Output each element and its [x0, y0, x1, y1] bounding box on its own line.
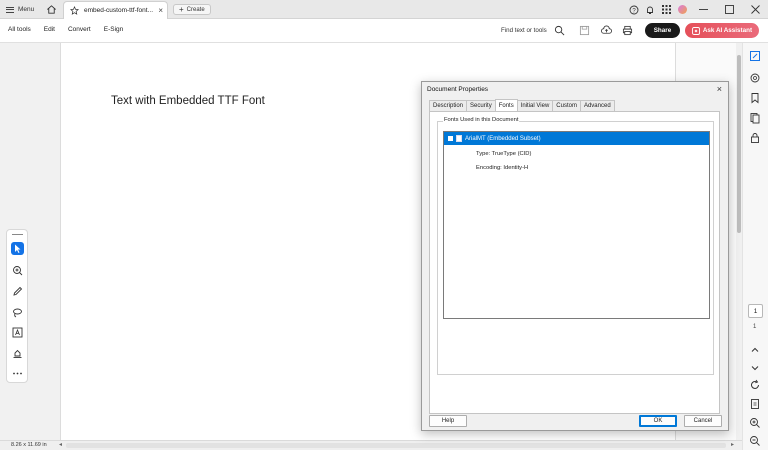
- create-label: Create: [186, 6, 205, 13]
- quick-tools-panel: [6, 229, 28, 383]
- plus-icon: +: [179, 4, 184, 14]
- document-tab[interactable]: embed-custom-ttf-font... ×: [63, 1, 168, 19]
- more-tools-icon[interactable]: [11, 367, 24, 380]
- font-name: ArialMT (Embedded Subset): [465, 135, 541, 142]
- title-bar: Menu embed-custom-ttf-font... × + Create…: [0, 0, 768, 19]
- font-file-icon: [456, 135, 462, 142]
- font-type: Type: TrueType (CID): [476, 151, 532, 157]
- font-encoding: Encoding: Identity-H: [476, 165, 529, 171]
- ok-button[interactable]: OK: [639, 415, 677, 427]
- scroll-left-icon[interactable]: ◂: [59, 441, 62, 448]
- comment-icon[interactable]: [749, 72, 761, 84]
- upload-cloud-icon[interactable]: [601, 25, 612, 36]
- close-tab-icon[interactable]: ×: [158, 6, 163, 15]
- zoom-in-icon[interactable]: [749, 417, 761, 429]
- help-icon[interactable]: ?: [626, 0, 642, 19]
- bookmark-icon[interactable]: [749, 92, 761, 104]
- document-properties-dialog: Document Properties × Description Securi…: [421, 81, 729, 431]
- font-tree-item[interactable]: ArialMT (Embedded Subset): [444, 132, 709, 145]
- window-controls: ?: [626, 0, 768, 19]
- hamburger-icon: [6, 6, 14, 13]
- fit-page-icon[interactable]: [749, 398, 761, 410]
- page-size: 8.26 x 11.69 in: [11, 442, 47, 448]
- document-text: Text with Embedded TTF Font: [111, 95, 265, 107]
- page-number-input[interactable]: 1: [748, 304, 763, 318]
- zoom-out-icon[interactable]: [749, 435, 761, 447]
- help-button[interactable]: Help: [429, 415, 467, 427]
- tab-custom[interactable]: Custom: [552, 100, 581, 111]
- select-cursor-icon[interactable]: [11, 242, 24, 255]
- minimize-icon[interactable]: [690, 0, 716, 19]
- scrollbar-thumb[interactable]: [737, 55, 741, 233]
- scroll-right-icon[interactable]: ▸: [731, 441, 734, 448]
- print-icon[interactable]: [622, 25, 633, 36]
- tab-security[interactable]: Security: [466, 100, 496, 111]
- attachment-lock-icon[interactable]: [749, 132, 761, 144]
- dialog-tabs: Description Security Fonts Initial View …: [429, 99, 615, 111]
- maximize-icon[interactable]: [716, 0, 742, 19]
- status-bar: 8.26 x 11.69 in ◂ ▸: [0, 440, 742, 450]
- profile-avatar[interactable]: [674, 0, 690, 19]
- collapse-box-icon[interactable]: [448, 136, 453, 141]
- fonts-tab-content: Fonts Used in this Document ArialMT (Emb…: [429, 111, 720, 414]
- bell-icon[interactable]: [642, 0, 658, 19]
- page-total: 1: [753, 324, 757, 330]
- tab-fonts[interactable]: Fonts: [494, 99, 518, 111]
- lasso-icon[interactable]: [11, 306, 24, 319]
- fonts-tree[interactable]: ArialMT (Embedded Subset) Type: TrueType…: [443, 131, 710, 319]
- rotate-icon[interactable]: [749, 379, 761, 391]
- pages-icon[interactable]: [749, 112, 761, 124]
- tab-initial-view[interactable]: Initial View: [516, 100, 554, 111]
- menu-convert[interactable]: Convert: [68, 26, 91, 33]
- chevron-up-icon[interactable]: [749, 344, 761, 356]
- apps-grid-icon[interactable]: [658, 0, 674, 19]
- ask-ai-assistant-button[interactable]: Ask AI Assistant: [685, 23, 759, 38]
- horizontal-scrollbar[interactable]: [66, 443, 726, 448]
- menu-button[interactable]: Menu: [6, 4, 34, 15]
- menu-edit[interactable]: Edit: [44, 26, 55, 33]
- stamp-icon[interactable]: [11, 347, 24, 360]
- cancel-button[interactable]: Cancel: [684, 415, 722, 427]
- chevron-down-icon[interactable]: [749, 362, 761, 374]
- text-box-icon[interactable]: [11, 326, 24, 339]
- edit-pdf-icon[interactable]: [749, 50, 761, 62]
- tab-title: embed-custom-ttf-font...: [84, 7, 153, 14]
- avatar-icon: [677, 5, 687, 14]
- fonts-group: Fonts Used in this Document ArialMT (Emb…: [437, 117, 714, 375]
- dialog-close-icon[interactable]: ×: [717, 84, 722, 94]
- dialog-title: Document Properties: [427, 86, 489, 93]
- share-button[interactable]: Share: [645, 23, 680, 38]
- tab-advanced[interactable]: Advanced: [579, 100, 615, 111]
- panel-grip[interactable]: [12, 234, 23, 235]
- zoom-tool-icon[interactable]: [11, 264, 24, 277]
- fonts-group-label: Fonts Used in this Document: [443, 117, 520, 123]
- menu-e-sign[interactable]: E-Sign: [104, 26, 124, 33]
- search-icon[interactable]: [554, 25, 565, 36]
- save-icon[interactable]: [579, 25, 590, 36]
- menu-all-tools[interactable]: All tools: [8, 26, 31, 33]
- ai-button-label: Ask AI Assistant: [702, 27, 753, 34]
- tab-description[interactable]: Description: [429, 100, 468, 111]
- home-icon[interactable]: [46, 4, 57, 15]
- close-window-icon[interactable]: [742, 0, 768, 19]
- main-toolbar: All tools Edit Convert E-Sign Find text …: [0, 19, 768, 43]
- find-text-button[interactable]: Find text or tools: [501, 27, 547, 34]
- pencil-icon[interactable]: [11, 285, 24, 298]
- menu-label: Menu: [18, 6, 35, 13]
- create-button[interactable]: + Create: [173, 4, 211, 15]
- toolbar-menus: All tools Edit Convert E-Sign: [8, 26, 123, 33]
- star-icon[interactable]: [70, 6, 79, 15]
- ai-sparkle-icon: [691, 26, 700, 35]
